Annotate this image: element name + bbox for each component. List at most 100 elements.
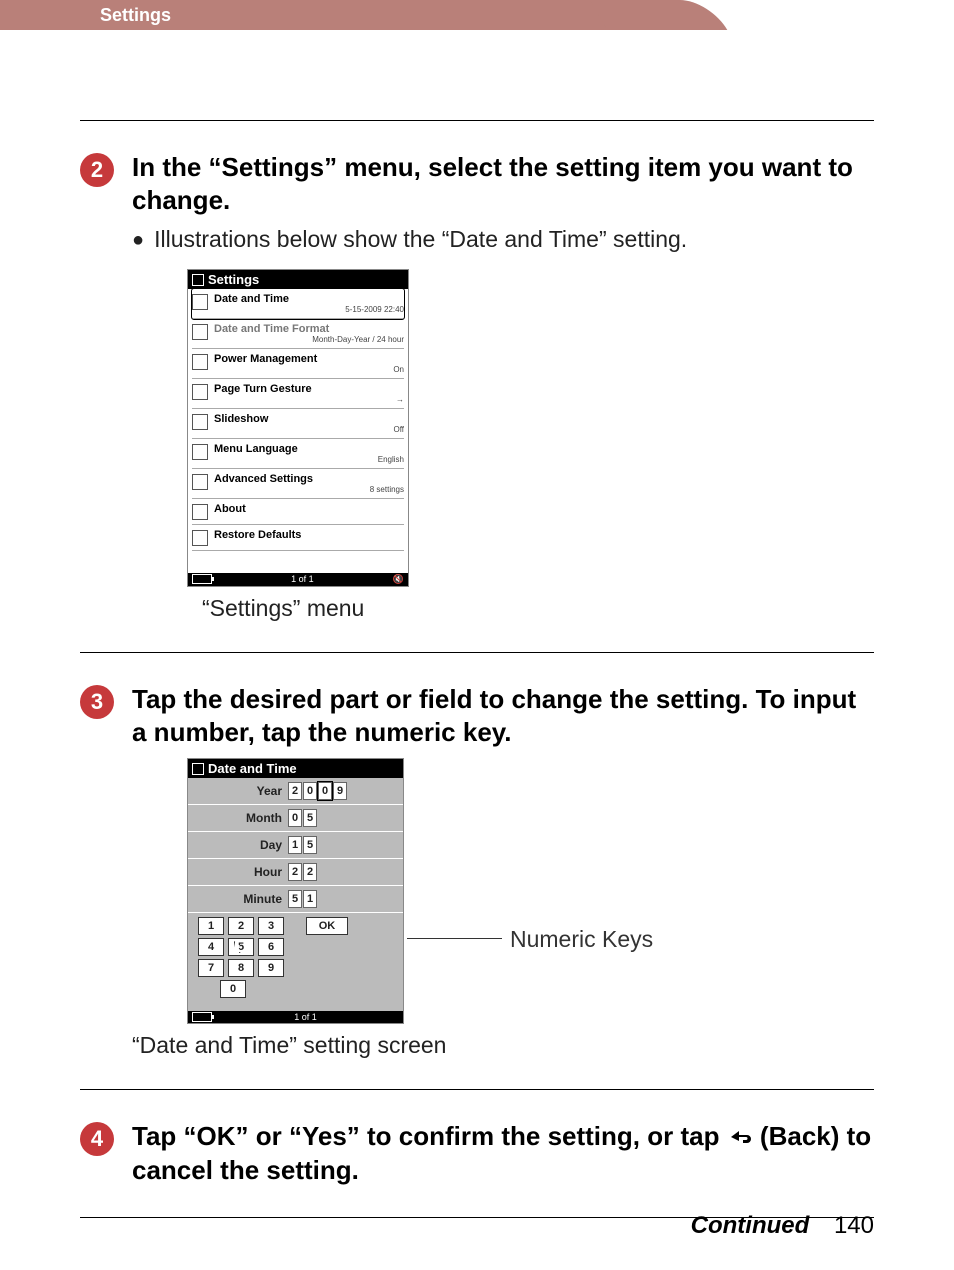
key-7[interactable]: 7 xyxy=(198,959,224,977)
datetime-statusbar: 1 of 1 xyxy=(188,1011,403,1023)
digit-cell[interactable]: 2 xyxy=(303,863,317,881)
settings-row-name: Restore Defaults xyxy=(214,529,404,541)
datetime-row-minute[interactable]: Minute51 xyxy=(188,886,403,913)
settings-titlebar: Settings xyxy=(188,270,408,289)
datetime-fields: Year2009Month05Day15Hour22Minute51 xyxy=(188,778,403,913)
key-8[interactable]: 8 xyxy=(228,959,254,977)
continued-label: Continued xyxy=(691,1212,810,1239)
datetime-titlebar: Date and Time xyxy=(188,759,403,778)
settings-row[interactable]: Restore Defaults xyxy=(192,525,404,551)
step-4-badge: 4 xyxy=(80,1122,114,1156)
step-2-badge: 2 xyxy=(80,153,114,187)
header-tab-bar: Settings xyxy=(0,0,954,30)
settings-row[interactable]: Power ManagementOn xyxy=(192,349,404,379)
key-9[interactable]: 9 xyxy=(258,959,284,977)
settings-row-name: Date and Time xyxy=(214,293,404,305)
datetime-pager: 1 of 1 xyxy=(294,1012,317,1022)
step-4: 4 Tap “OK” or “Yes” to confirm the setti… xyxy=(80,1120,874,1218)
digit-cell[interactable]: 5 xyxy=(303,809,317,827)
settings-row-icon xyxy=(192,294,208,310)
step-3-caption: “Date and Time” setting screen xyxy=(132,1032,874,1059)
key-0[interactable]: 0 xyxy=(220,980,246,998)
settings-row-name: About xyxy=(214,503,404,515)
battery-icon xyxy=(192,1012,212,1022)
datetime-titlebar-label: Date and Time xyxy=(208,761,297,776)
datetime-label: Year xyxy=(188,784,288,798)
settings-titlebar-label: Settings xyxy=(208,272,259,287)
leader-line xyxy=(407,938,502,939)
sound-icon: 🔇 xyxy=(393,574,404,585)
digit-cell[interactable]: 0 xyxy=(288,809,302,827)
settings-row-icon xyxy=(192,444,208,460)
settings-row[interactable]: Date and Time5-15-2009 22:40 xyxy=(192,289,404,319)
digit-cell[interactable]: 5 xyxy=(303,836,317,854)
page-footer: Continued 140 xyxy=(691,1212,874,1240)
digit-cell[interactable]: 9 xyxy=(333,782,347,800)
settings-pager: 1 of 1 xyxy=(291,574,314,585)
key-1[interactable]: 1 xyxy=(198,917,224,935)
header-tab-settings: Settings xyxy=(0,0,650,30)
digit-cell[interactable]: 1 xyxy=(303,890,317,908)
datetime-row-day[interactable]: Day15 xyxy=(188,832,403,859)
settings-row-name: Advanced Settings xyxy=(214,473,404,485)
settings-row-value: → xyxy=(214,395,404,404)
datetime-label: Month xyxy=(188,811,288,825)
settings-row-icon xyxy=(192,414,208,430)
settings-row-icon xyxy=(192,530,208,546)
step-3-badge: 3 xyxy=(80,685,114,719)
settings-row-name: Date and Time Format xyxy=(214,323,404,335)
screenshot-date-time: Date and Time Year2009Month05Day15Hour22… xyxy=(187,758,404,1024)
settings-row-value: Month-Day-Year / 24 hour xyxy=(214,335,404,344)
settings-row-icon xyxy=(192,384,208,400)
digit-cell[interactable]: 2 xyxy=(288,863,302,881)
step-4-title: Tap “OK” or “Yes” to confirm the setting… xyxy=(132,1120,874,1187)
settings-row-name: Power Management xyxy=(214,353,404,365)
key-5[interactable]: 5 xyxy=(228,938,254,956)
digit-cell[interactable]: 0 xyxy=(303,782,317,800)
settings-row[interactable]: Page Turn Gesture→ xyxy=(192,379,404,409)
settings-row-icon xyxy=(192,324,208,340)
step-2-title: In the “Settings” menu, select the setti… xyxy=(132,151,874,216)
step-2-bullet: Illustrations below show the “Date and T… xyxy=(154,226,687,253)
settings-row[interactable]: Advanced Settings8 settings xyxy=(192,469,404,499)
datetime-label: Hour xyxy=(188,865,288,879)
settings-row-name: Slideshow xyxy=(214,413,404,425)
settings-row-value: 5-15-2009 22:40 xyxy=(214,305,404,314)
step-3: 3 Tap the desired part or field to chang… xyxy=(80,683,874,1090)
settings-row-name: Page Turn Gesture xyxy=(214,383,404,395)
numeric-keys-label: Numeric Keys xyxy=(510,926,653,953)
digit-cell[interactable]: 2 xyxy=(288,782,302,800)
key-ok[interactable]: OK xyxy=(306,917,348,935)
key-4[interactable]: 4 xyxy=(198,938,224,956)
datetime-row-hour[interactable]: Hour22 xyxy=(188,859,403,886)
digit-cell[interactable]: 0 xyxy=(318,782,332,800)
settings-row-icon xyxy=(192,504,208,520)
settings-row-icon xyxy=(192,474,208,490)
digit-cell[interactable]: 5 xyxy=(288,890,302,908)
datetime-row-month[interactable]: Month05 xyxy=(188,805,403,832)
settings-row-icon xyxy=(192,354,208,370)
page-number: 140 xyxy=(834,1212,874,1239)
step-2-caption: “Settings” menu xyxy=(202,595,874,622)
settings-row-value: On xyxy=(214,365,404,374)
datetime-row-year[interactable]: Year2009 xyxy=(188,778,403,805)
settings-row[interactable]: SlideshowOff xyxy=(192,409,404,439)
step-3-title: Tap the desired part or field to change … xyxy=(132,683,874,748)
settings-row-value: 8 settings xyxy=(214,485,404,494)
step-4-title-a: Tap “OK” or “Yes” to confirm the setting… xyxy=(132,1121,727,1151)
bullet-dot: ● xyxy=(132,226,144,254)
header-tab-label: Settings xyxy=(100,5,171,26)
digit-cell[interactable]: 1 xyxy=(288,836,302,854)
settings-row[interactable]: Menu LanguageEnglish xyxy=(192,439,404,469)
numeric-keypad: 1 2 3 OK 4 5 6 xyxy=(188,913,403,1005)
settings-row-value: English xyxy=(214,455,404,464)
datetime-label: Day xyxy=(188,838,288,852)
key-6[interactable]: 6 xyxy=(258,938,284,956)
settings-row-value: Off xyxy=(214,425,404,434)
key-2[interactable]: 2 xyxy=(228,917,254,935)
key-3[interactable]: 3 xyxy=(258,917,284,935)
settings-row[interactable]: About xyxy=(192,499,404,525)
settings-row[interactable]: Date and Time FormatMonth-Day-Year / 24 … xyxy=(192,319,404,349)
back-icon xyxy=(727,1122,753,1155)
settings-row-name: Menu Language xyxy=(214,443,404,455)
